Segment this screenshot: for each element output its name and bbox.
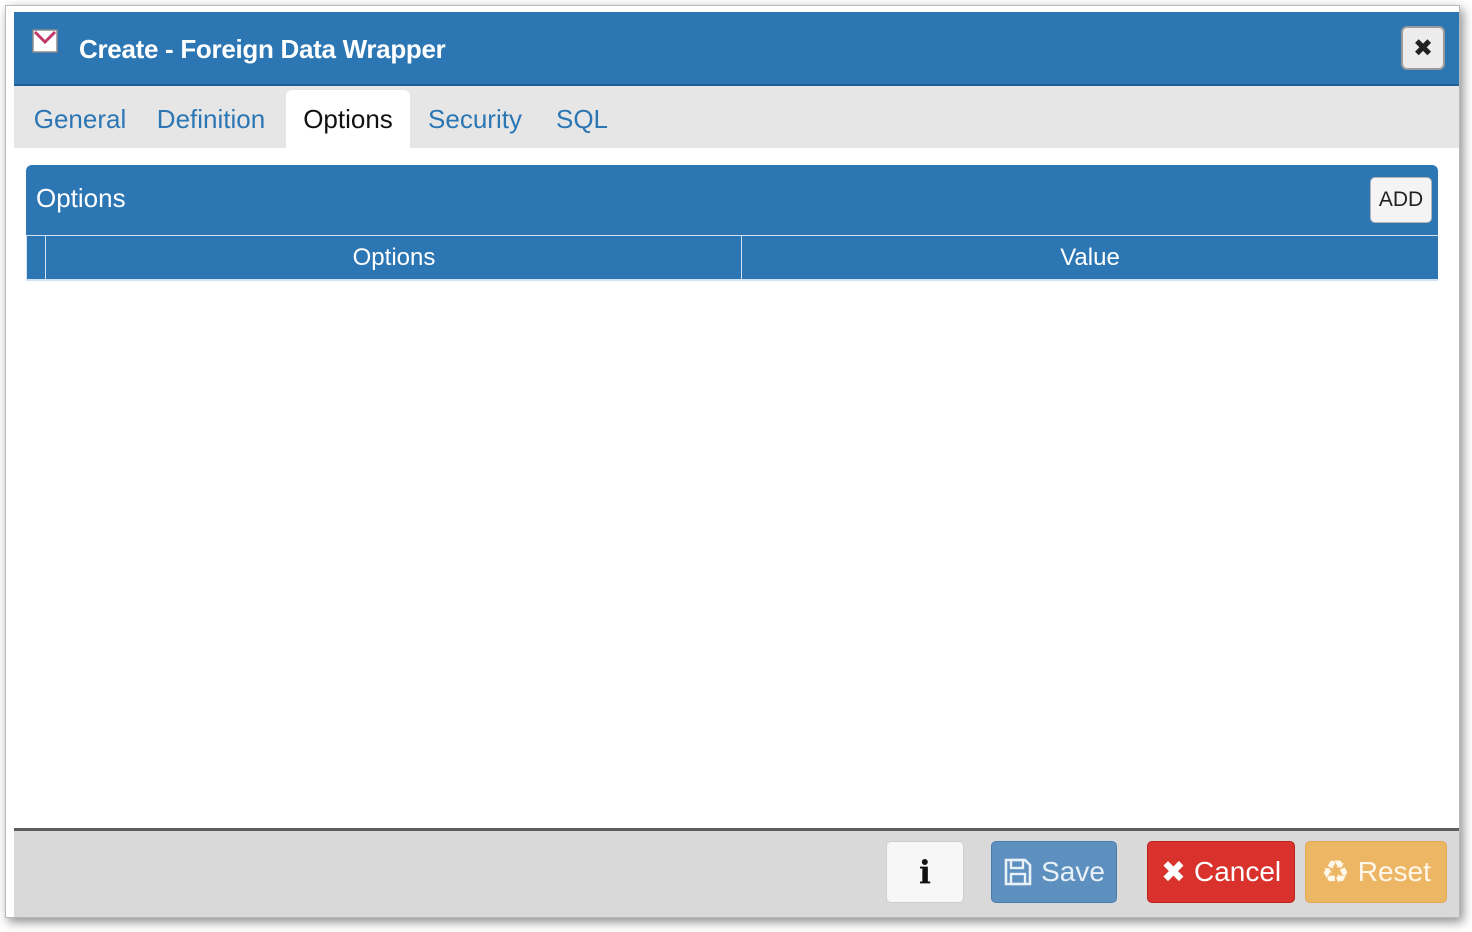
grid-column-options[interactable]: Options [45, 236, 742, 280]
options-grid-header: Options Value [26, 235, 1438, 281]
tab-content: Options ADD Options Value [14, 148, 1459, 828]
save-label: Save [1041, 856, 1105, 887]
tab-definition[interactable]: Definition [148, 90, 274, 148]
cancel-button[interactable]: ✖ Cancel [1147, 841, 1295, 903]
create-fdw-dialog: Create - Foreign Data Wrapper ✖ General … [5, 5, 1460, 918]
options-panel: Options ADD Options Value [26, 165, 1438, 283]
save-button[interactable]: Save [991, 841, 1117, 903]
dialog-header: Create - Foreign Data Wrapper ✖ [14, 12, 1459, 86]
dialog-footer: i Save ✖ Cancel ♻ Reset [14, 828, 1459, 917]
floppy-disk-icon [1003, 857, 1033, 887]
dialog-title: Create - Foreign Data Wrapper [79, 34, 446, 64]
recycle-icon: ♻ [1321, 853, 1350, 891]
reset-label: Reset [1357, 856, 1431, 887]
x-icon: ✖ [1160, 855, 1186, 889]
cancel-label: Cancel [1193, 856, 1282, 887]
close-button[interactable]: ✖ [1401, 26, 1445, 70]
fdw-envelope-icon [32, 28, 58, 54]
close-icon: ✖ [1412, 34, 1434, 62]
options-panel-title: Options [36, 183, 126, 213]
grid-row-handle-column [26, 236, 46, 280]
add-option-button[interactable]: ADD [1370, 177, 1432, 223]
reset-button[interactable]: ♻ Reset [1305, 841, 1447, 903]
tab-sql[interactable]: SQL [544, 90, 620, 148]
info-button[interactable]: i [886, 841, 964, 903]
tab-security[interactable]: Security [420, 90, 530, 148]
tab-options[interactable]: Options [286, 90, 410, 148]
info-icon: i [918, 853, 932, 891]
tab-bar: General Definition Options Security SQL [14, 86, 1459, 148]
options-panel-header: Options ADD [26, 165, 1438, 235]
grid-column-value[interactable]: Value [741, 236, 1438, 280]
tab-general[interactable]: General [24, 90, 136, 148]
